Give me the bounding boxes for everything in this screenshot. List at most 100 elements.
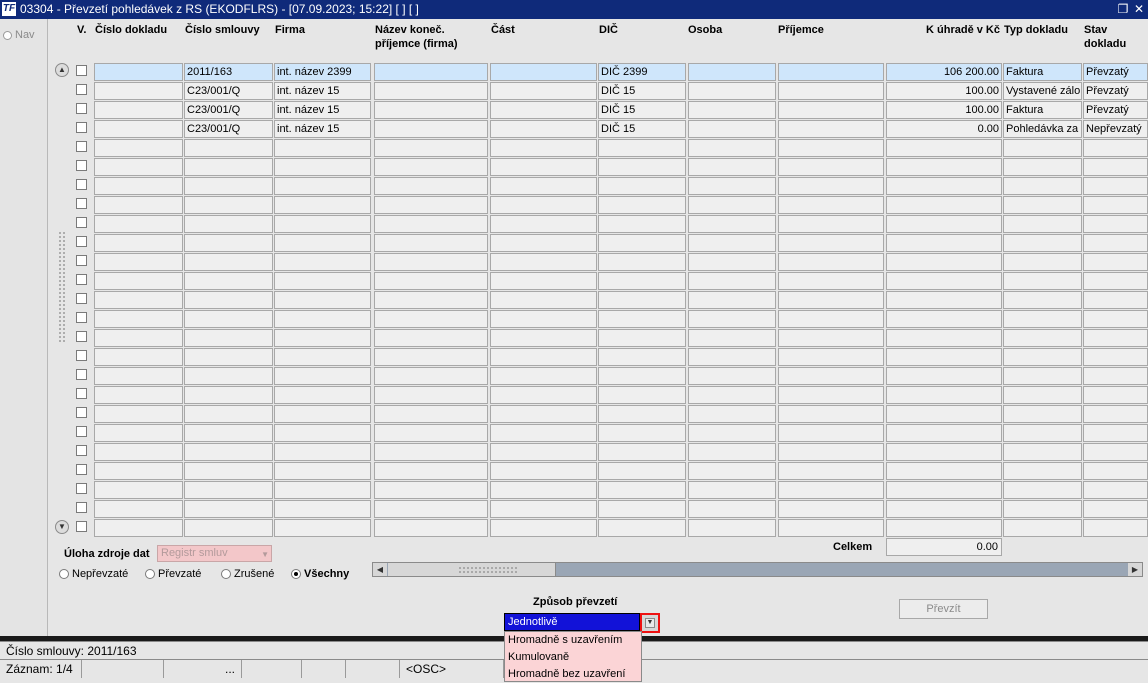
- cell-stav[interactable]: [1083, 310, 1148, 328]
- cell-dic[interactable]: [598, 424, 686, 442]
- cell-firma[interactable]: [274, 329, 371, 347]
- cell-cislo-dokladu[interactable]: [94, 63, 183, 81]
- table-row[interactable]: [0, 424, 1148, 442]
- cell-prijemce[interactable]: [778, 82, 884, 100]
- cell-k-uhrade[interactable]: [886, 481, 1002, 499]
- cell-cislo-smlouvy[interactable]: [184, 348, 273, 366]
- cell-cislo-dokladu[interactable]: [94, 500, 183, 518]
- row-checkbox[interactable]: [76, 483, 87, 494]
- cell-osoba[interactable]: [688, 63, 776, 81]
- cell-osoba[interactable]: [688, 367, 776, 385]
- cell-dic[interactable]: [598, 329, 686, 347]
- cell-dic[interactable]: [598, 215, 686, 233]
- row-checkbox[interactable]: [76, 84, 87, 95]
- cell-nazev[interactable]: [374, 215, 488, 233]
- cell-cislo-dokladu[interactable]: [94, 82, 183, 100]
- cell-firma[interactable]: [274, 348, 371, 366]
- table-row[interactable]: [0, 481, 1148, 499]
- cell-dic[interactable]: [598, 158, 686, 176]
- cell-firma[interactable]: [274, 500, 371, 518]
- cell-stav[interactable]: [1083, 291, 1148, 309]
- cell-cast[interactable]: [490, 82, 597, 100]
- cell-k-uhrade[interactable]: [886, 424, 1002, 442]
- cell-typ[interactable]: [1003, 348, 1082, 366]
- cell-nazev[interactable]: [374, 443, 488, 461]
- cell-firma[interactable]: [274, 462, 371, 480]
- cell-prijemce[interactable]: [778, 405, 884, 423]
- table-row[interactable]: [0, 500, 1148, 518]
- cell-cislo-dokladu[interactable]: [94, 481, 183, 499]
- restore-icon[interactable]: ❐: [1116, 2, 1130, 16]
- cell-k-uhrade[interactable]: [886, 253, 1002, 271]
- cell-typ[interactable]: Vystavené zálo: [1003, 82, 1082, 100]
- cell-prijemce[interactable]: [778, 424, 884, 442]
- cell-cast[interactable]: [490, 253, 597, 271]
- cell-cislo-smlouvy[interactable]: C23/001/Q: [184, 82, 273, 100]
- cell-osoba[interactable]: [688, 519, 776, 537]
- cell-cislo-smlouvy[interactable]: [184, 253, 273, 271]
- cell-typ[interactable]: [1003, 443, 1082, 461]
- cell-cast[interactable]: [490, 462, 597, 480]
- cell-osoba[interactable]: [688, 272, 776, 290]
- cell-osoba[interactable]: [688, 177, 776, 195]
- cell-osoba[interactable]: [688, 462, 776, 480]
- cell-typ[interactable]: [1003, 405, 1082, 423]
- cell-typ[interactable]: [1003, 272, 1082, 290]
- cell-typ[interactable]: [1003, 139, 1082, 157]
- cell-cast[interactable]: [490, 215, 597, 233]
- cell-nazev[interactable]: [374, 500, 488, 518]
- cell-typ[interactable]: [1003, 462, 1082, 480]
- radio-neprevzate[interactable]: [59, 569, 69, 580]
- cell-k-uhrade[interactable]: [886, 196, 1002, 214]
- cell-cast[interactable]: [490, 367, 597, 385]
- cell-dic[interactable]: [598, 481, 686, 499]
- cell-cislo-smlouvy[interactable]: [184, 500, 273, 518]
- cell-firma[interactable]: int. název 15: [274, 101, 371, 119]
- cell-prijemce[interactable]: [778, 272, 884, 290]
- row-checkbox[interactable]: [76, 407, 87, 418]
- horizontal-scroll-thumb[interactable]: [388, 563, 556, 576]
- row-checkbox[interactable]: [76, 293, 87, 304]
- cell-osoba[interactable]: [688, 348, 776, 366]
- cell-nazev[interactable]: [374, 348, 488, 366]
- cell-dic[interactable]: [598, 196, 686, 214]
- cell-prijemce[interactable]: [778, 481, 884, 499]
- cell-cislo-smlouvy[interactable]: [184, 424, 273, 442]
- cell-firma[interactable]: [274, 253, 371, 271]
- cell-cast[interactable]: [490, 196, 597, 214]
- cell-dic[interactable]: [598, 348, 686, 366]
- cell-cislo-dokladu[interactable]: [94, 424, 183, 442]
- cell-cislo-dokladu[interactable]: [94, 196, 183, 214]
- row-checkbox[interactable]: [76, 464, 87, 475]
- cell-firma[interactable]: [274, 310, 371, 328]
- cell-firma[interactable]: [274, 177, 371, 195]
- cell-cislo-smlouvy[interactable]: [184, 177, 273, 195]
- cell-osoba[interactable]: [688, 386, 776, 404]
- cell-dic[interactable]: [598, 443, 686, 461]
- row-checkbox[interactable]: [76, 198, 87, 209]
- cell-prijemce[interactable]: [778, 348, 884, 366]
- cell-nazev[interactable]: [374, 234, 488, 252]
- table-row[interactable]: [0, 329, 1148, 347]
- cell-firma[interactable]: [274, 139, 371, 157]
- row-checkbox[interactable]: [76, 331, 87, 342]
- row-checkbox[interactable]: [76, 369, 87, 380]
- cell-cislo-dokladu[interactable]: [94, 272, 183, 290]
- horizontal-scrollbar[interactable]: ◀ ▶: [372, 562, 1143, 577]
- cell-cislo-smlouvy[interactable]: [184, 443, 273, 461]
- cell-prijemce[interactable]: [778, 177, 884, 195]
- cell-dic[interactable]: [598, 234, 686, 252]
- cell-cislo-dokladu[interactable]: [94, 386, 183, 404]
- cell-cast[interactable]: [490, 272, 597, 290]
- cell-k-uhrade[interactable]: [886, 386, 1002, 404]
- cell-dic[interactable]: [598, 272, 686, 290]
- cell-cislo-smlouvy[interactable]: C23/001/Q: [184, 101, 273, 119]
- cell-stav[interactable]: [1083, 348, 1148, 366]
- cell-stav[interactable]: [1083, 500, 1148, 518]
- table-row[interactable]: C23/001/Q int. název 15 DIČ 15 100.00 Vystav…: [0, 82, 1148, 100]
- cell-stav[interactable]: [1083, 196, 1148, 214]
- cell-k-uhrade[interactable]: [886, 234, 1002, 252]
- table-row[interactable]: [0, 443, 1148, 461]
- cell-typ[interactable]: [1003, 424, 1082, 442]
- cell-stav[interactable]: [1083, 158, 1148, 176]
